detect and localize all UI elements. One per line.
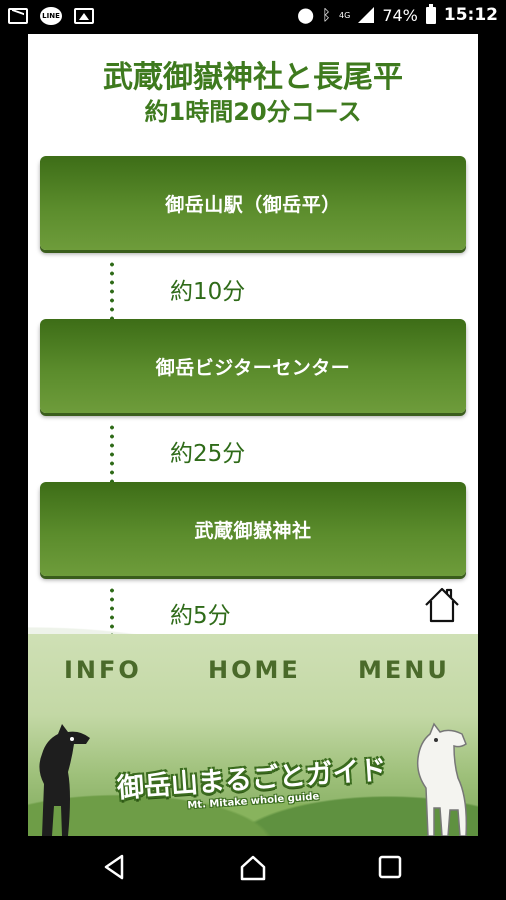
white-dog-illustration: [416, 722, 468, 836]
bluetooth-icon: ᛒ: [322, 6, 332, 24]
leg-time-2: 約25分: [170, 441, 246, 467]
app-content: 武蔵御嶽神社と長尾平 約1時間20分コース 御岳山駅（御岳平） 約10分 御岳ビ…: [28, 34, 478, 836]
clock: 15:12: [443, 5, 498, 25]
route-dotted-line: [110, 260, 114, 320]
home-nav-button[interactable]: HOME: [208, 656, 301, 684]
line-app-icon: LINE: [40, 7, 62, 25]
background-hills: [28, 244, 478, 664]
recents-icon[interactable]: [377, 854, 403, 880]
leg-time-3: 約5分: [170, 603, 231, 629]
image-icon: [74, 8, 94, 24]
battery-icon: [425, 3, 436, 24]
stop-button-musashi-mitake-shrine[interactable]: 武蔵御嶽神社: [40, 482, 466, 576]
leg-time-1: 約10分: [170, 279, 246, 305]
battery-percent: 74%: [382, 5, 418, 25]
black-dog-illustration: [39, 724, 90, 836]
stop-button-mitake-station[interactable]: 御岳山駅（御岳平）: [40, 156, 466, 250]
route-dotted-line: [110, 586, 114, 634]
mail-icon: [8, 8, 28, 24]
stop-button-visitor-center[interactable]: 御岳ビジターセンター: [40, 319, 466, 413]
info-nav-button[interactable]: INFO: [64, 656, 142, 684]
footer: INFO HOME MENU 御岳山まるごとガイド Mt. Mitake who…: [28, 634, 478, 836]
menu-nav-button[interactable]: MENU: [358, 656, 450, 684]
home-icon[interactable]: [423, 586, 461, 624]
line-app-label: LINE: [42, 12, 60, 20]
status-bar: LINE ⬤ ᛒ 4G 74% 15:12: [0, 0, 506, 34]
location-icon: ⬤: [297, 6, 314, 24]
page-title: 武蔵御嶽神社と長尾平: [103, 60, 403, 95]
home-icon[interactable]: [239, 854, 267, 882]
route-dotted-line: [110, 423, 114, 483]
course-duration: 約1時間20分コース: [144, 98, 362, 126]
back-icon[interactable]: [102, 854, 126, 880]
network-type: 4G: [339, 10, 351, 20]
system-nav-bar: [0, 836, 506, 900]
signal-icon: [358, 7, 375, 23]
